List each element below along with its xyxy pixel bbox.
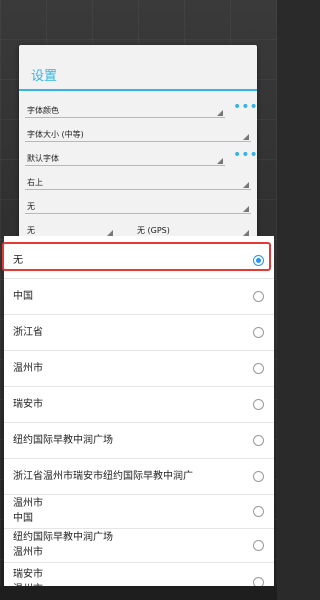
selected-option-highlight <box>2 242 271 271</box>
picker-option[interactable]: 温州市 <box>4 350 274 387</box>
location-picker-list[interactable]: 无中国 浙江省 温州市 瑞安市 纽约国际早教中润广场 浙江省温州市瑞安市纽约国际早教中润广… <box>4 236 274 586</box>
default-font-row[interactable]: 默认字体 ••• <box>25 147 258 167</box>
spinner-arrow-icon <box>243 206 249 212</box>
spinner-arrow-icon <box>243 134 249 140</box>
picker-option[interactable]: 温州市 中国 <box>4 494 274 529</box>
picker-option-label: 瑞安市 温州市 <box>13 569 43 586</box>
settings-dialog: 设置 字体颜色 ••• 字体大小 (中等) 默认字体 ••• 右上 无 无 无 … <box>19 45 258 245</box>
default-font-label: 默认字体 <box>27 154 59 163</box>
picker-option[interactable]: 纽约国际早教中润广场 温州市 <box>4 528 274 563</box>
title-divider <box>19 89 257 91</box>
none-row[interactable]: 无 <box>25 195 251 215</box>
picker-option[interactable]: 浙江省 <box>4 314 274 351</box>
picker-option-label: 纽约国际早教中润广场 温州市 <box>13 532 113 558</box>
radio-button[interactable] <box>253 290 264 302</box>
picker-option-label: 中国 <box>13 290 33 302</box>
picker-option[interactable]: 瑞安市 温州市 <box>4 562 274 586</box>
position-label: 右上 <box>27 178 43 187</box>
spinner-arrow-icon <box>217 158 223 164</box>
picker-option-label: 瑞安市 <box>13 398 43 410</box>
picker-option[interactable]: 纽约国际早教中润广场 <box>4 422 274 459</box>
font-color-label: 字体颜色 <box>27 106 59 115</box>
spinner-arrow-icon <box>217 110 223 116</box>
position-spinner[interactable]: 右上 <box>25 171 251 190</box>
font-size-spinner[interactable]: 字体大小 (中等) <box>25 123 251 142</box>
font-size-label: 字体大小 (中等) <box>27 130 84 139</box>
location-left-label: 无 <box>27 226 35 235</box>
location-right-label: 无 (GPS) <box>137 226 170 235</box>
picker-option-label: 浙江省 <box>13 326 43 338</box>
picker-option[interactable]: 瑞安市 <box>4 386 274 423</box>
bottom-bar <box>0 586 277 600</box>
position-row[interactable]: 右上 <box>25 171 251 191</box>
picker-option-label: 温州市 <box>13 362 43 374</box>
radio-button[interactable] <box>253 362 264 374</box>
font-color-spinner[interactable]: 字体颜色 <box>25 99 225 118</box>
radio-button[interactable] <box>253 576 264 586</box>
picker-option[interactable]: 中国 <box>4 278 274 315</box>
font-size-row[interactable]: 字体大小 (中等) <box>25 123 251 143</box>
spinner-arrow-icon <box>243 182 249 188</box>
none-spinner[interactable]: 无 <box>25 195 251 214</box>
radio-button[interactable] <box>253 326 264 338</box>
radio-button[interactable] <box>253 398 264 410</box>
default-font-spinner[interactable]: 默认字体 <box>25 147 225 166</box>
radio-button[interactable] <box>253 470 264 482</box>
none-label: 无 <box>27 202 35 211</box>
radio-button[interactable] <box>253 539 264 551</box>
more-icon[interactable]: ••• <box>233 148 258 162</box>
picker-option-label: 纽约国际早教中润广场 <box>13 434 113 446</box>
picker-option-label: 浙江省温州市瑞安市纽约国际早教中润广 <box>13 470 193 482</box>
font-color-row[interactable]: 字体颜色 ••• <box>25 99 258 119</box>
more-icon[interactable]: ••• <box>233 100 258 114</box>
radio-button[interactable] <box>253 434 264 446</box>
dialog-title: 设置 <box>31 69 58 84</box>
radio-button[interactable] <box>253 505 264 517</box>
picker-option-label: 温州市 中国 <box>13 498 43 524</box>
picker-option[interactable]: 浙江省温州市瑞安市纽约国际早教中润广 <box>4 458 274 495</box>
